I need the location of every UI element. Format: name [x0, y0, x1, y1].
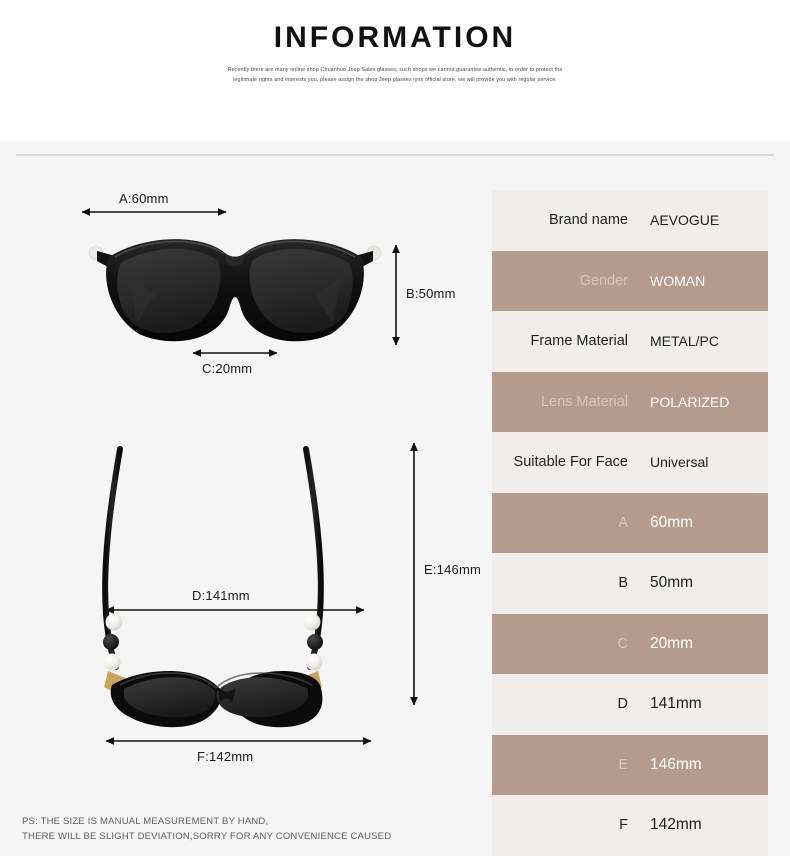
disclaimer-line-2: THERE WILL BE SLIGHT DEVIATION,SORRY FOR…	[22, 831, 392, 842]
spec-label: D	[617, 696, 628, 713]
spec-label: Suitable For Face	[513, 454, 628, 471]
spec-row: E 146mm	[492, 734, 768, 795]
spec-row: Lens Material POLARIZED	[492, 371, 768, 432]
spec-label: E	[618, 756, 628, 773]
disclaimer-line-1: PS: THE SIZE IS MANUAL MEASUREMENT BY HA…	[22, 816, 269, 827]
sunglasses-top-view	[72, 431, 392, 731]
spec-value: AEVOGUE	[650, 212, 720, 229]
spec-row: B 50mm	[492, 553, 768, 614]
page-title: INFORMATION	[273, 21, 517, 54]
dimension-label-e: E:146mm	[424, 562, 482, 577]
spec-label: Brand name	[549, 212, 628, 229]
header-subtitle: Recently there are many online shop Chua…	[227, 67, 563, 83]
spec-label: F	[619, 817, 628, 834]
dimension-label-d: D:141mm	[192, 588, 250, 603]
spec-value: 146mm	[650, 755, 702, 773]
spec-row: Gender WOMAN	[492, 250, 768, 311]
spec-row: Suitable For Face Universal	[492, 432, 768, 493]
spec-value: 141mm	[650, 695, 702, 713]
spec-value: 50mm	[650, 574, 694, 592]
spec-value: POLARIZED	[650, 393, 730, 410]
spec-label: Frame Material	[530, 333, 629, 350]
spec-value: 60mm	[650, 513, 694, 531]
spec-label: A	[618, 514, 628, 531]
spec-value: WOMAN	[650, 272, 706, 289]
specification-table: Brand name AEVOGUE Gender WOMAN Frame Materi…	[492, 190, 768, 856]
spec-row: Brand name AEVOGUE	[492, 190, 768, 251]
dimension-label-c: C:20mm	[202, 361, 253, 376]
spec-value: Universal	[650, 454, 709, 471]
spec-value: 20mm	[650, 634, 694, 652]
spec-value: METAL/PC	[650, 333, 719, 350]
dimension-label-b: B:50mm	[406, 286, 456, 301]
page-header: INFORMATION Recently there are many onli…	[0, 0, 790, 141]
measurement-disclaimer: PS: THE SIZE IS MANUAL MEASUREMENT BY HA…	[22, 814, 391, 844]
spec-row: C 20mm	[492, 613, 768, 674]
spec-label: B	[618, 575, 628, 592]
sunglasses-front-view	[85, 231, 385, 346]
spec-row: F 142mm	[492, 795, 768, 856]
spec-label: Lens Material	[540, 393, 628, 410]
spec-row: D 141mm	[492, 674, 768, 735]
spec-row: A 60mm	[492, 492, 768, 553]
spec-label: C	[617, 635, 628, 652]
spec-row: Frame Material METAL/PC	[492, 311, 768, 372]
diagram-column: A:60mm B:50mm C:20mm D:141mm E:146mm F:1…	[0, 141, 492, 847]
dimension-label-f: F:142mm	[197, 749, 254, 764]
dimension-label-a: A:60mm	[119, 191, 169, 206]
spec-label: Gender	[579, 272, 628, 289]
content-area: A:60mm B:50mm C:20mm D:141mm E:146mm F:1…	[0, 141, 790, 856]
spec-value: 142mm	[650, 816, 702, 834]
